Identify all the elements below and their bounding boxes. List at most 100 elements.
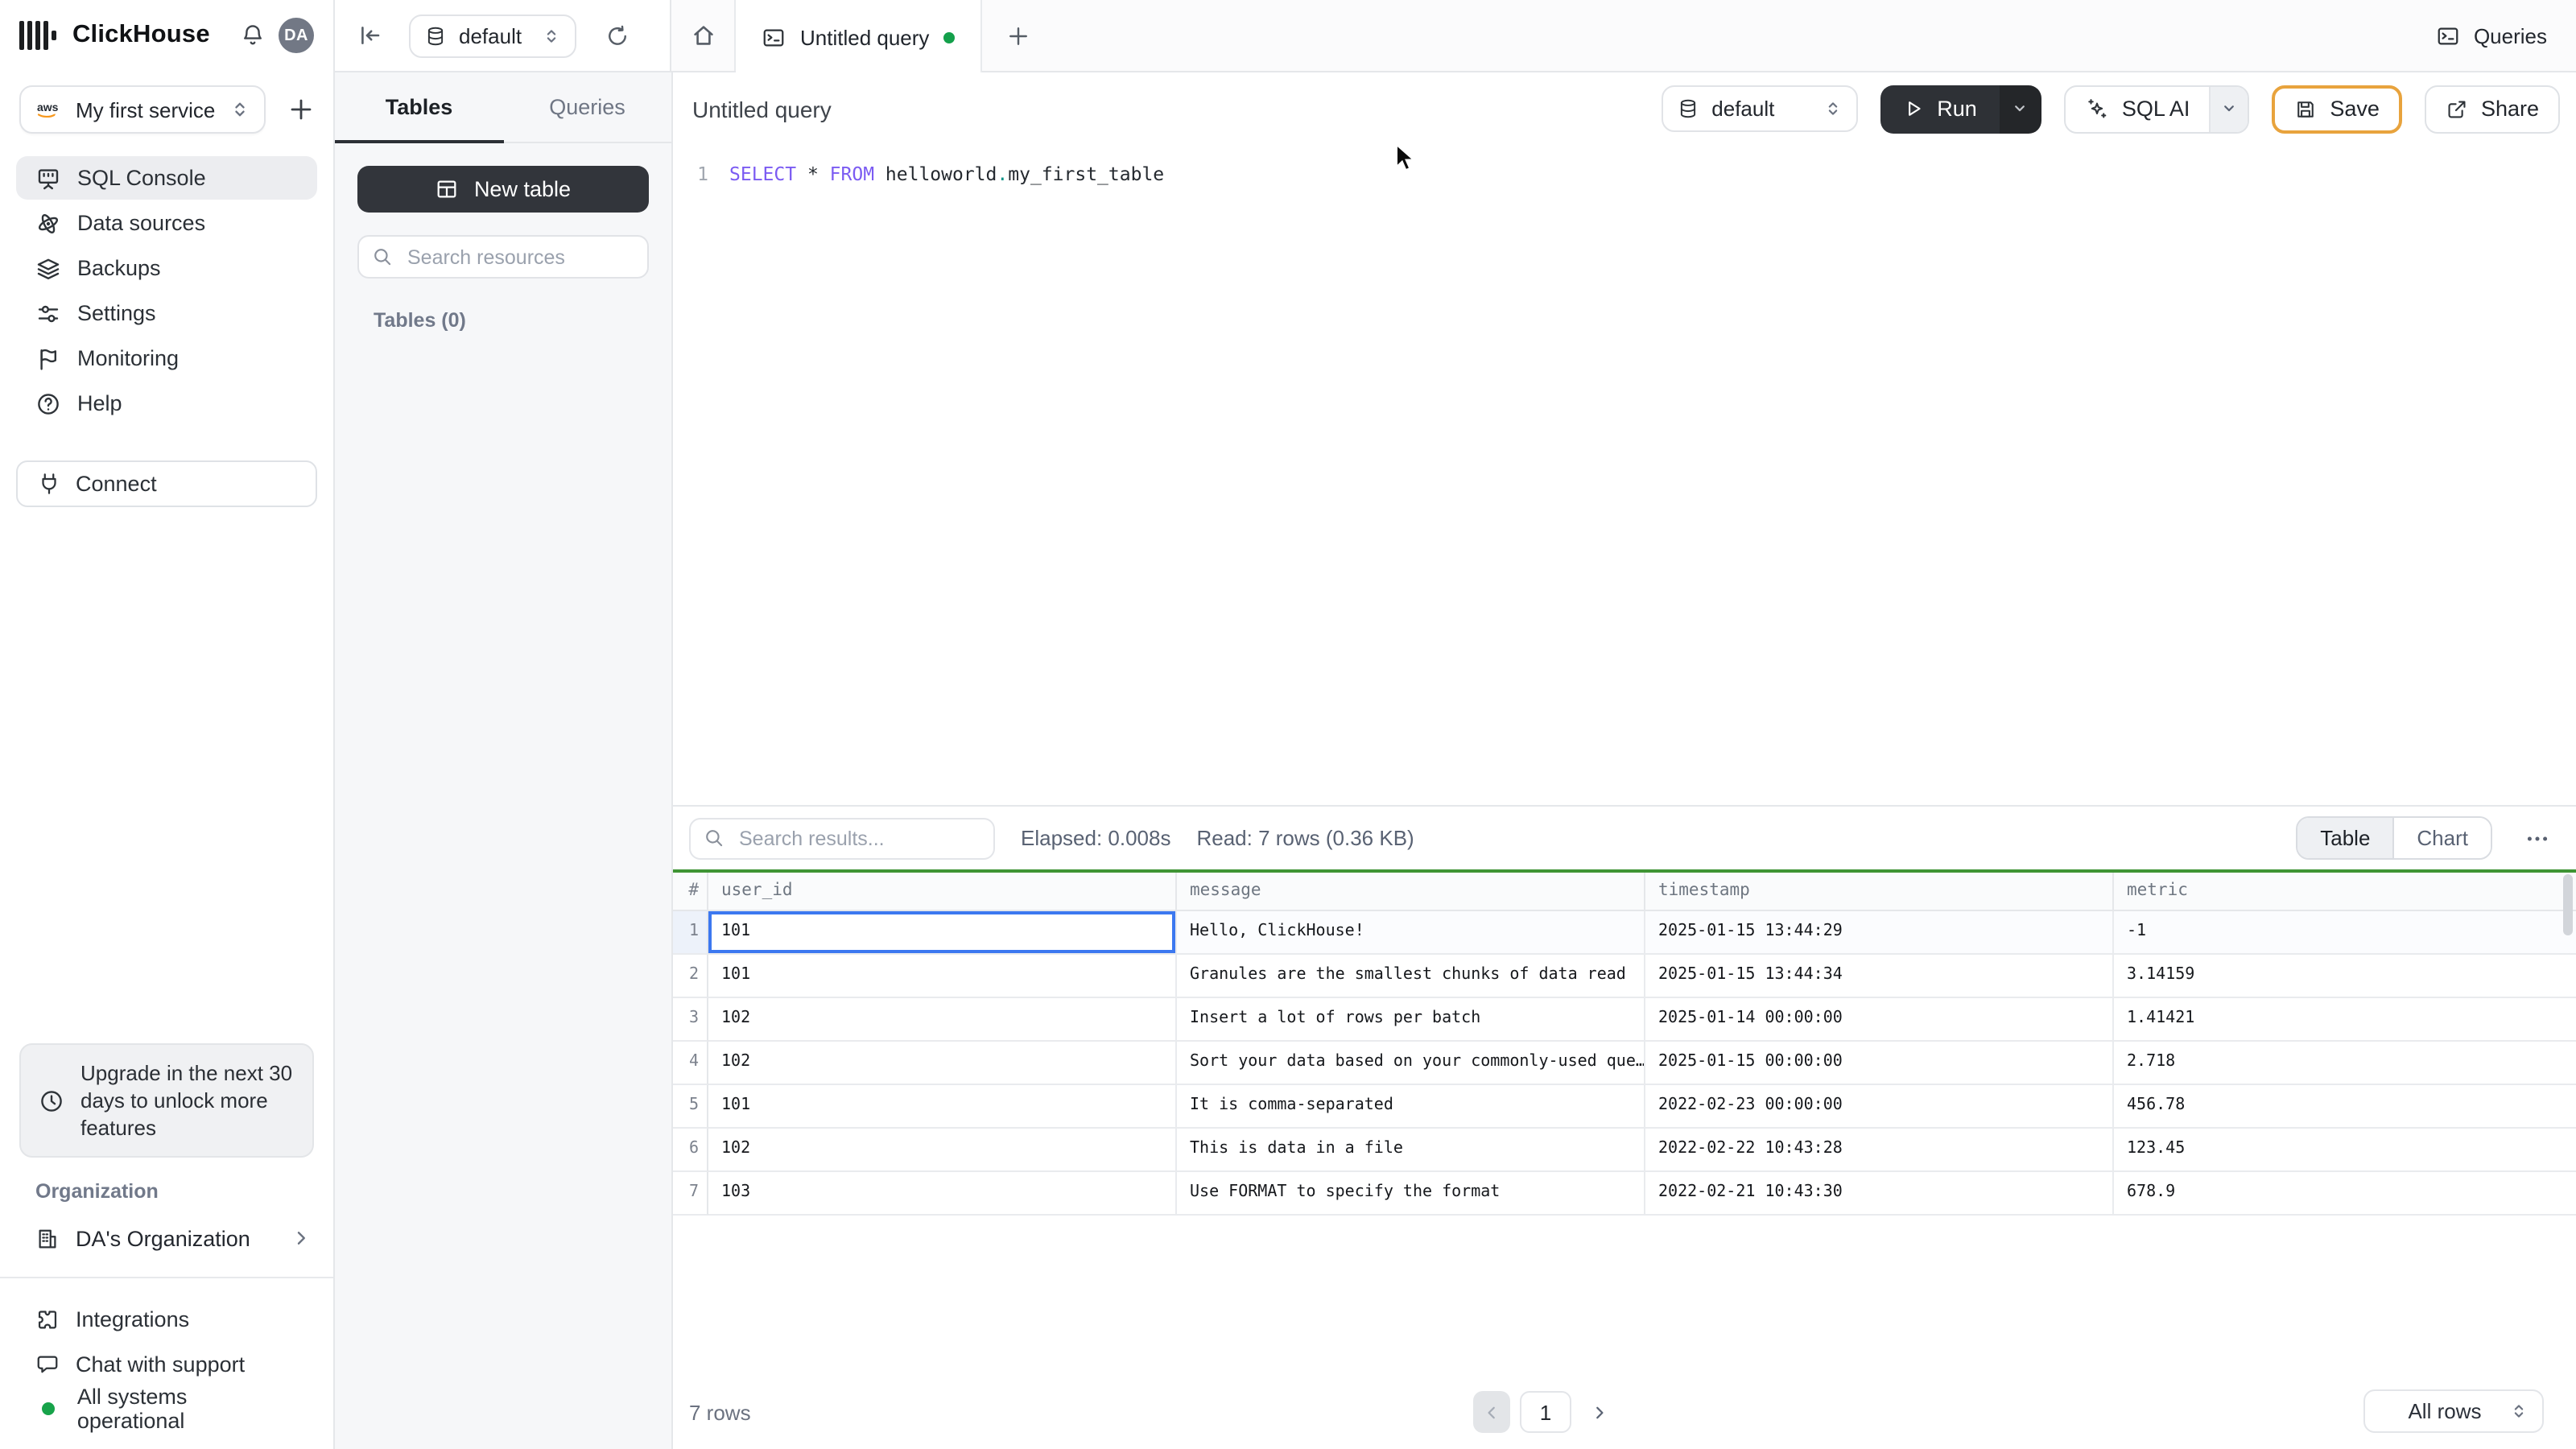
terminal-icon: [2437, 23, 2461, 47]
terminal-icon: [762, 25, 786, 49]
table-cell[interactable]: 123.45: [2114, 1129, 2576, 1172]
results-search-input[interactable]: [736, 825, 980, 851]
column-header[interactable]: timestamp: [1645, 873, 2114, 911]
table-cell[interactable]: Use FORMAT to specify the format: [1177, 1172, 1645, 1216]
save-button[interactable]: Save: [2272, 85, 2402, 133]
sidebar-item-data-sources[interactable]: Data sources: [16, 201, 317, 245]
table-cell[interactable]: 2025-01-15 13:44:34: [1645, 955, 2114, 998]
sql-ai-options-button[interactable]: [2209, 86, 2248, 131]
toggle-table-view[interactable]: Table: [2297, 818, 2395, 858]
results-scrollbar[interactable]: [2563, 874, 2573, 935]
database-selector[interactable]: default: [409, 14, 576, 57]
table-cell[interactable]: Sort your data based on your commonly-us…: [1177, 1042, 1645, 1085]
table-cell[interactable]: 102: [708, 1129, 1177, 1172]
sql-ai-button[interactable]: SQL AI: [2066, 86, 2210, 131]
query-database-selector[interactable]: default: [1662, 85, 1859, 132]
upgrade-notice-text: Upgrade in the next 30 days to unlock mo…: [80, 1061, 293, 1140]
column-header[interactable]: metric: [2114, 873, 2576, 911]
table-cell[interactable]: 101: [708, 955, 1177, 998]
table-cell[interactable]: 456.78: [2114, 1085, 2576, 1129]
more-options-button[interactable]: [2518, 825, 2557, 851]
clickhouse-logo-icon: [19, 21, 56, 50]
tab-queries[interactable]: Queries: [503, 72, 671, 142]
sidebar-item-label: Help: [77, 391, 122, 415]
chevron-right-icon: [291, 1228, 311, 1248]
sidebar-item-settings[interactable]: Settings: [16, 291, 317, 335]
sql-text: my_first_table: [1008, 163, 1165, 185]
workspace: default Untitled query Queries Tables Qu…: [335, 0, 2576, 1449]
table-cell[interactable]: 101: [708, 1085, 1177, 1129]
table-cell[interactable]: 102: [708, 1042, 1177, 1085]
prev-page-button[interactable]: [1473, 1391, 1510, 1433]
sql-keyword: FROM: [829, 163, 875, 185]
table-row: 1 101 Hello, ClickHouse! 2025-01-15 13:44:2…: [673, 911, 2576, 955]
code-line: 1 SELECT * FROM helloworld.my_first_tabl…: [673, 159, 2576, 188]
sidebar-item-label: Data sources: [77, 211, 206, 235]
table-cell[interactable]: 678.9: [2114, 1172, 2576, 1216]
table-cell[interactable]: 2022-02-21 10:43:30: [1645, 1172, 2114, 1216]
run-button-group: Run: [1880, 85, 2041, 133]
table-cell[interactable]: Insert a lot of rows per batch: [1177, 998, 1645, 1042]
table-cell[interactable]: 2022-02-23 00:00:00: [1645, 1085, 2114, 1129]
system-status-row[interactable]: All systems operational: [0, 1385, 333, 1433]
sql-dot: .: [997, 163, 1009, 185]
backups-icon: [35, 255, 61, 281]
column-header[interactable]: user_id: [708, 873, 1177, 911]
sql-editor[interactable]: 1 SELECT * FROM helloworld.my_first_tabl…: [673, 142, 2576, 805]
queries-button[interactable]: Queries: [2408, 0, 2576, 71]
connect-button[interactable]: Connect: [16, 460, 317, 507]
sparkles-icon: [2085, 97, 2109, 121]
table-cell[interactable]: 101: [708, 911, 1177, 955]
query-database-name: default: [1711, 97, 1775, 121]
sidebar-item-label: Backups: [77, 256, 161, 280]
tab-tables[interactable]: Tables: [335, 72, 503, 143]
run-button[interactable]: Run: [1880, 85, 2000, 133]
next-page-button[interactable]: [1581, 1391, 1616, 1433]
upgrade-notice[interactable]: Upgrade in the next 30 days to unlock mo…: [19, 1043, 314, 1158]
sidebar-item-chat-support[interactable]: Chat with support: [0, 1343, 333, 1385]
service-selector[interactable]: aws My first service: [19, 85, 266, 134]
new-tab-button[interactable]: [982, 0, 1053, 71]
table-cell[interactable]: This is data in a file: [1177, 1129, 1645, 1172]
add-service-button[interactable]: [288, 97, 314, 122]
collapse-sidebar-button[interactable]: [357, 23, 383, 48]
organization-row[interactable]: DA's Organization: [0, 1216, 333, 1261]
table-cell[interactable]: 2022-02-22 10:43:28: [1645, 1129, 2114, 1172]
tab-untitled-query[interactable]: Untitled query: [736, 0, 983, 74]
sidebar-item-integrations[interactable]: Integrations: [0, 1298, 333, 1340]
avatar[interactable]: DA: [279, 18, 314, 53]
status-green-dot-icon: [42, 1402, 55, 1415]
new-table-button[interactable]: New table: [357, 166, 649, 213]
column-header[interactable]: message: [1177, 873, 1645, 911]
organization-name: DA's Organization: [76, 1226, 250, 1250]
table-cell[interactable]: 102: [708, 998, 1177, 1042]
table-row: 5 101 It is comma-separated 2022-02-23 00:0…: [673, 1085, 2576, 1129]
run-options-button[interactable]: [1999, 85, 2041, 133]
refresh-button[interactable]: [605, 23, 630, 47]
resource-search-input[interactable]: [404, 244, 634, 270]
toggle-chart-view[interactable]: Chart: [2394, 818, 2491, 858]
home-button[interactable]: [671, 0, 736, 71]
share-button[interactable]: Share: [2424, 85, 2560, 133]
table-cell[interactable]: -1: [2114, 911, 2576, 955]
table-cell[interactable]: 3.14159: [2114, 955, 2576, 998]
page-size-label: All rows: [2408, 1399, 2482, 1423]
table-cell[interactable]: Hello, ClickHouse!: [1177, 911, 1645, 955]
sidebar-item-sql-console[interactable]: SQL Console: [16, 156, 317, 200]
table-cell[interactable]: Granules are the smallest chunks of data…: [1177, 955, 1645, 998]
database-icon: [1678, 98, 1699, 119]
sidebar-item-help[interactable]: Help: [16, 382, 317, 425]
table-cell[interactable]: 2.718: [2114, 1042, 2576, 1085]
sidebar-item-backups[interactable]: Backups: [16, 246, 317, 290]
page-size-selector[interactable]: All rows: [2363, 1389, 2544, 1433]
table-cell[interactable]: It is comma-separated: [1177, 1085, 1645, 1129]
table-cell[interactable]: 103: [708, 1172, 1177, 1216]
table-cell[interactable]: 1.41421: [2114, 998, 2576, 1042]
table-cell[interactable]: 2025-01-15 00:00:00: [1645, 1042, 2114, 1085]
current-page-button[interactable]: 1: [1520, 1391, 1571, 1433]
sidebar-item-monitoring[interactable]: Monitoring: [16, 336, 317, 380]
row-count-label: 7 rows: [689, 1400, 751, 1424]
notifications-bell-icon[interactable]: [240, 23, 266, 48]
table-cell[interactable]: 2025-01-14 00:00:00: [1645, 998, 2114, 1042]
table-cell[interactable]: 2025-01-15 13:44:29: [1645, 911, 2114, 955]
